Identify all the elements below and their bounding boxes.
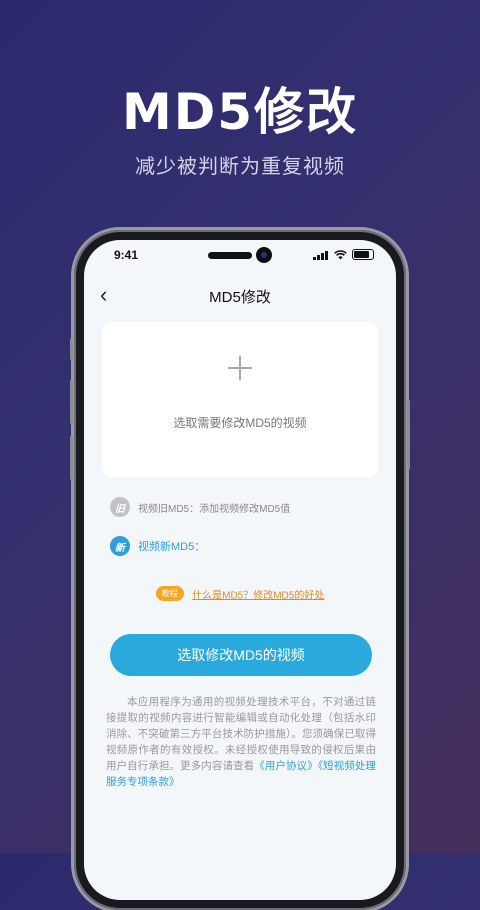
tutorial-tag: 教程 — [155, 586, 184, 602]
wifi-icon — [334, 250, 347, 260]
page-title: MD5修改 — [209, 289, 271, 306]
hero-title: MD5修改 — [121, 83, 359, 141]
tutorial-row: 教程 什么是MD5？修改MD5的好处 — [84, 585, 396, 603]
speaker-grille — [208, 252, 252, 259]
new-md5-text: 视频新MD5： — [138, 541, 206, 553]
user-agreement-link[interactable]: 《用户协议》 — [254, 760, 318, 772]
hero-subtitle: 减少被判断为重复视频 — [135, 154, 345, 178]
new-md5-row: 新 视频新MD5： — [110, 536, 205, 556]
signal-icon — [313, 250, 329, 260]
nav-bar: ‹ MD5修改 — [84, 280, 396, 312]
status-time: 9:41 — [114, 248, 139, 262]
plus-icon — [228, 356, 252, 380]
front-camera — [256, 247, 272, 263]
phone-silent-switch — [70, 338, 73, 360]
disclaimer-text: 本应用程序为通用的视频处理技术平台，不对通过链接提取的视频内容进行智能编辑或自动… — [106, 694, 376, 790]
old-md5-badge: 旧 — [110, 497, 130, 517]
phone-volume-up-button — [70, 380, 73, 424]
old-md5-row: 旧 视频旧MD5：添加视频修改MD5值 — [110, 497, 290, 517]
tutorial-link[interactable]: 什么是MD5？修改MD5的好处 — [192, 590, 324, 601]
select-video-button[interactable]: 选取修改MD5的视频 — [110, 634, 372, 676]
status-icons — [313, 249, 374, 260]
phone-power-button — [407, 400, 410, 470]
old-md5-text: 视频旧MD5：添加视频修改MD5值 — [138, 503, 291, 515]
status-bar: 9:41 — [84, 240, 396, 270]
app-screen: 9:41 ‹ MD5修改 选取需要修改MD5的视频 旧 视频旧MD5：添加视频修… — [84, 240, 396, 900]
battery-icon — [352, 249, 374, 260]
phone-frame: 9:41 ‹ MD5修改 选取需要修改MD5的视频 旧 视频旧MD5：添加视频修… — [70, 230, 410, 910]
new-md5-badge: 新 — [110, 536, 130, 556]
phone-volume-down-button — [70, 436, 73, 480]
upload-label: 选取需要修改MD5的视频 — [173, 416, 307, 430]
video-upload-area[interactable]: 选取需要修改MD5的视频 — [102, 322, 378, 477]
